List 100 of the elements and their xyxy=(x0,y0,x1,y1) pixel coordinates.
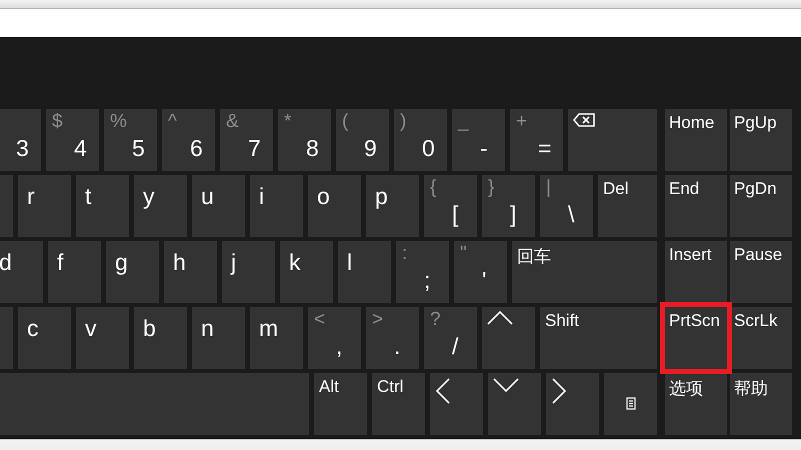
key-symbol: / xyxy=(452,333,458,360)
keyboard-key[interactable]: ) 0 xyxy=(394,109,447,171)
keyboard-key[interactable]: % 5 xyxy=(104,109,157,171)
key-letter: t xyxy=(85,183,92,210)
menu-key-icon xyxy=(626,397,636,410)
key-letter: o xyxy=(317,183,330,210)
shift-symbol: ) xyxy=(400,111,406,133)
keyboard-key[interactable]: PgUp xyxy=(730,109,792,171)
keyboard-key[interactable]: PgDn xyxy=(730,175,792,237)
keyboard-key[interactable]: u xyxy=(192,175,245,237)
key-letter: y xyxy=(143,183,154,210)
keyboard-key[interactable]: + = xyxy=(510,109,563,171)
key-symbol: 6 xyxy=(190,135,203,162)
keyboard-key[interactable]: : ; xyxy=(396,241,449,303)
keyboard-key[interactable]: & 7 xyxy=(220,109,273,171)
key-letter: j xyxy=(231,249,236,276)
key-symbol: 5 xyxy=(132,135,145,162)
keyboard-key[interactable]: h xyxy=(164,241,217,303)
key-symbol: - xyxy=(480,135,488,162)
keyboard-key[interactable]: Ctrl xyxy=(372,373,425,435)
backspace-icon xyxy=(573,113,595,127)
keyboard-key[interactable]: Insert xyxy=(665,241,727,303)
keyboard-key[interactable]: Pause xyxy=(730,241,792,303)
key-symbol: 8 xyxy=(306,135,319,162)
keyboard-key[interactable]: ScrLk xyxy=(730,307,792,369)
key-letter: r xyxy=(27,183,35,210)
keyboard-key[interactable]: 回车 xyxy=(512,241,657,303)
keyboard-key[interactable]: f xyxy=(48,241,101,303)
keyboard-key[interactable]: l xyxy=(338,241,391,303)
keyboard-key[interactable]: * 8 xyxy=(278,109,331,171)
keyboard-key[interactable]: t xyxy=(76,175,129,237)
keyboard-key[interactable]: " ' xyxy=(454,241,507,303)
keyboard-key[interactable]: k xyxy=(280,241,333,303)
keyboard-key[interactable]: End xyxy=(665,175,727,237)
keyboard-key[interactable]: r xyxy=(18,175,71,237)
key-letter: h xyxy=(173,249,186,276)
keyboard-key[interactable]: ^ 6 xyxy=(162,109,215,171)
keyboard-key[interactable]: i xyxy=(250,175,303,237)
keyboard-key[interactable]: v xyxy=(76,307,129,369)
key-letter: v xyxy=(85,315,96,342)
keyboard-key[interactable]: c xyxy=(18,307,71,369)
keyboard-key[interactable]: ( 9 xyxy=(336,109,389,171)
keyboard-key[interactable]: | \ xyxy=(540,175,593,237)
key-label: Shift xyxy=(545,311,580,331)
keyboard-key[interactable]: } ] xyxy=(482,175,535,237)
keyboard-key[interactable]: m xyxy=(250,307,303,369)
keyboard-key[interactable]: < , xyxy=(308,307,361,369)
keyboard-key[interactable]: j xyxy=(222,241,275,303)
shift-symbol: " xyxy=(460,243,467,265)
key-letter: c xyxy=(27,315,38,342)
keyboard-key[interactable]: Alt xyxy=(314,373,367,435)
keyboard-key[interactable]: y xyxy=(134,175,187,237)
keyboard-key[interactable]: o xyxy=(308,175,361,237)
keyboard-key[interactable]: n xyxy=(192,307,245,369)
key-letter: g xyxy=(115,249,128,276)
shift-symbol: * xyxy=(284,111,292,133)
keyboard-key[interactable]: _ - xyxy=(452,109,505,171)
keyboard-key[interactable]: > . xyxy=(366,307,419,369)
key-letter: n xyxy=(201,315,214,342)
shift-symbol: ^ xyxy=(168,111,177,133)
shift-symbol: > xyxy=(372,309,384,331)
key-symbol: . xyxy=(394,333,400,360)
keyboard-key[interactable]: 3 xyxy=(0,109,41,171)
key-symbol: ' xyxy=(482,267,486,294)
keyboard-key[interactable] xyxy=(568,109,657,171)
shift-symbol: + xyxy=(516,111,528,133)
keyboard-key[interactable]: 选项 xyxy=(665,373,727,435)
key-letter: u xyxy=(201,183,214,210)
shift-symbol: { xyxy=(430,177,436,199)
key-letter: p xyxy=(375,183,388,210)
shift-symbol: ( xyxy=(342,111,348,133)
shift-symbol: % xyxy=(110,111,127,133)
keyboard-key[interactable]: Shift xyxy=(540,307,657,369)
keyboard-key[interactable]: Del xyxy=(598,175,657,237)
shift-symbol: & xyxy=(226,111,239,133)
keyboard-key[interactable]: Home xyxy=(665,109,727,171)
keyboard-key[interactable]: { [ xyxy=(424,175,477,237)
keyboard-key[interactable]: $ 4 xyxy=(46,109,99,171)
keyboard-key[interactable]: p xyxy=(366,175,419,237)
key-letter: b xyxy=(143,315,156,342)
keyboard-key[interactable]: 帮助 xyxy=(730,373,792,435)
key-symbol: [ xyxy=(452,201,458,228)
shift-symbol: | xyxy=(546,177,551,199)
keyboard-key[interactable]: ? / xyxy=(424,307,477,369)
keyboard-key[interactable] xyxy=(604,373,657,435)
shift-symbol: $ xyxy=(52,111,63,133)
key-symbol: = xyxy=(538,135,552,162)
key-symbol: 3 xyxy=(16,135,29,162)
key-symbol: \ xyxy=(568,201,574,228)
shift-symbol: ? xyxy=(430,309,441,331)
key-label: Alt xyxy=(319,377,339,397)
keyboard-key[interactable]: b xyxy=(134,307,187,369)
shift-symbol: } xyxy=(488,177,494,199)
keyboard-key[interactable]: g xyxy=(106,241,159,303)
key-letter: k xyxy=(289,249,300,276)
keyboard-key[interactable]: PrtScn xyxy=(665,307,727,369)
keyboard-key[interactable]: d xyxy=(0,241,43,303)
key-symbol: ] xyxy=(510,201,516,228)
key-letter: i xyxy=(259,183,264,210)
shift-symbol: _ xyxy=(458,111,469,133)
